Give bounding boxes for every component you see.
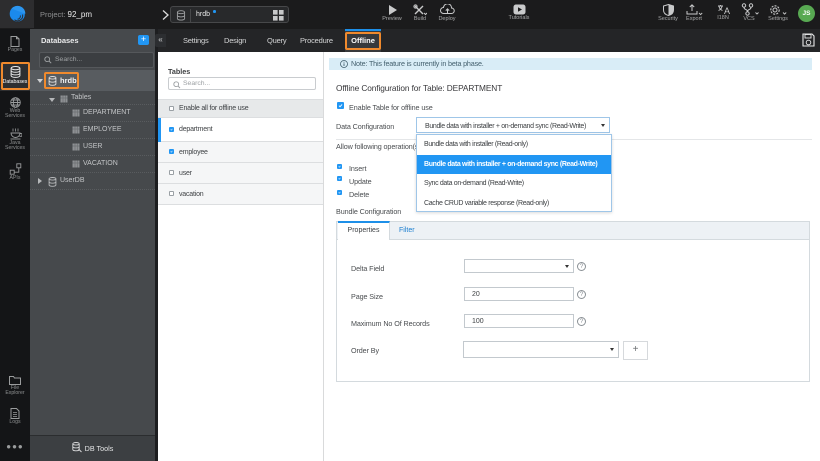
svg-text:A: A <box>724 6 730 15</box>
